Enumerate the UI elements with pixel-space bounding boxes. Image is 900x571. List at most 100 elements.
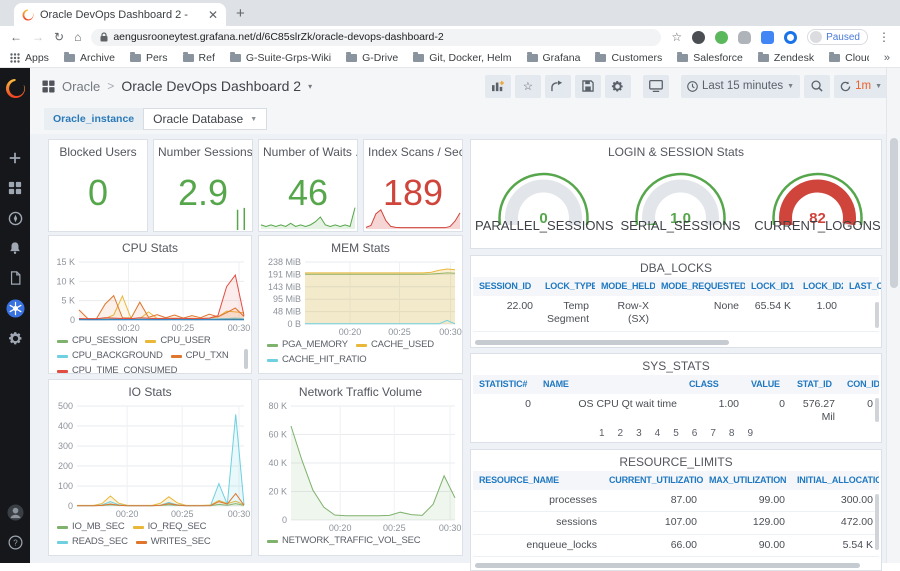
explore-compass-icon[interactable] — [0, 203, 30, 233]
panel-title[interactable]: RESOURCE_LIMITS — [471, 450, 881, 471]
legend-item[interactable]: WRITES_SEC — [136, 536, 211, 548]
page-button[interactable]: 4 — [655, 428, 661, 439]
extension-okta-icon[interactable] — [784, 31, 797, 44]
horizontal-scrollbar[interactable] — [475, 563, 860, 568]
time-range-picker[interactable]: Last 15 minutes ▼ — [681, 75, 800, 98]
sync-paused-button[interactable]: Paused — [807, 29, 868, 45]
page-button[interactable]: 1 — [599, 428, 605, 439]
cycle-view-mode-button[interactable] — [643, 75, 669, 98]
page-scrollbar[interactable] — [886, 68, 900, 563]
title-caret-icon[interactable]: ▾ — [308, 82, 312, 91]
zoom-out-button[interactable] — [804, 75, 830, 98]
column-header[interactable]: LOCK_ID2 — [797, 277, 843, 296]
page-button[interactable]: 6 — [692, 428, 698, 439]
bookmarks-overflow-icon[interactable]: » — [884, 52, 890, 64]
configuration-gear-icon[interactable] — [0, 323, 30, 353]
column-header[interactable]: STATISTIC# — [473, 375, 537, 394]
legend-item[interactable]: PGA_MEMORY — [267, 339, 348, 351]
home-icon[interactable]: ⌂ — [74, 31, 81, 43]
dashboard-title[interactable]: Oracle DevOps Dashboard 2 — [121, 78, 301, 94]
column-header[interactable]: RESOURCE_NAME — [473, 471, 603, 490]
breadcrumb-folder[interactable]: Oracle — [62, 79, 100, 94]
page-button[interactable]: 9 — [747, 428, 753, 439]
legend-item[interactable]: IO_REQ_SEC — [133, 521, 207, 533]
column-header[interactable]: STAT_ID — [791, 375, 841, 394]
column-header[interactable]: LOCK_TYPE — [539, 277, 595, 296]
apps-shortcut[interactable]: Apps — [10, 52, 49, 64]
page-button[interactable]: 3 — [636, 428, 642, 439]
legend-item[interactable]: READS_SEC — [57, 536, 128, 548]
panel-title[interactable]: IO Stats — [49, 380, 251, 401]
page-button[interactable]: 2 — [618, 428, 624, 439]
bookmark-item[interactable]: Grafana — [527, 52, 581, 64]
legend-item[interactable]: CPU_TXN — [171, 350, 229, 362]
horizontal-scrollbar[interactable] — [475, 340, 729, 345]
star-dashboard-button[interactable]: ☆ — [515, 75, 541, 98]
extension-globe-icon[interactable] — [692, 31, 705, 44]
reload-icon[interactable]: ↻ — [54, 31, 64, 43]
extension-translate-icon[interactable] — [761, 31, 774, 44]
column-header[interactable]: MODE_REQUESTED — [655, 277, 745, 296]
extension-evernote-icon[interactable] — [715, 31, 728, 44]
address-bar[interactable]: aengusrooneytest.grafana.net/d/6C85slrZk… — [91, 29, 661, 46]
bookmark-item[interactable]: Ref — [183, 52, 215, 64]
bookmark-item[interactable]: Cloud — [829, 52, 869, 64]
page-scrollbar-thumb[interactable] — [890, 138, 898, 288]
page-button[interactable]: 7 — [710, 428, 716, 439]
dashboard-settings-button[interactable] — [605, 75, 631, 98]
column-header[interactable]: MAX_UTILIZATION — [703, 471, 791, 490]
new-tab-button[interactable]: + — [236, 5, 245, 22]
legend-item[interactable]: NETWORK_TRAFFIC_VOL_SEC — [267, 535, 420, 547]
forward-icon[interactable]: → — [32, 31, 44, 43]
legend-item[interactable]: CACHE_HIT_RATIO — [267, 354, 366, 366]
panel-title[interactable]: CPU Stats — [49, 236, 251, 257]
reports-document-icon[interactable] — [0, 263, 30, 293]
vertical-scrollbar[interactable] — [875, 494, 879, 550]
add-panel-button[interactable] — [485, 75, 511, 98]
vertical-scrollbar[interactable] — [875, 302, 879, 328]
alerting-bell-icon[interactable] — [0, 233, 30, 263]
legend-item[interactable]: CPU_TIME_CONSUMED — [57, 365, 177, 373]
bookmark-item[interactable]: Customers — [595, 52, 662, 64]
legend-item[interactable]: CPU_USER — [145, 335, 210, 347]
legend-item[interactable]: IO_MB_SEC — [57, 521, 125, 533]
column-header[interactable]: SESSION_ID — [473, 277, 539, 296]
panel-title[interactable]: MEM Stats — [259, 236, 462, 257]
legend-item[interactable]: CPU_SESSION — [57, 335, 137, 347]
help-icon[interactable]: ? — [0, 527, 30, 557]
page-button[interactable]: 5 — [673, 428, 679, 439]
grafana-logo[interactable] — [0, 73, 30, 103]
browser-tab[interactable]: Oracle DevOps Dashboard 2 - ✕ — [14, 3, 226, 26]
bookmark-star-icon[interactable]: ☆ — [671, 31, 682, 43]
column-header[interactable]: CLASS — [683, 375, 745, 394]
share-dashboard-button[interactable] — [545, 75, 571, 98]
panel-title[interactable]: DBA_LOCKS — [471, 256, 881, 277]
add-panel-icon[interactable] — [0, 143, 30, 173]
panel-title[interactable]: Network Traffic Volume — [259, 380, 462, 401]
column-header[interactable]: INITIAL_ALLOCATION — [791, 471, 879, 490]
legend-item[interactable]: CACHE_USED — [356, 339, 434, 351]
column-header[interactable]: CON_ID — [841, 375, 879, 394]
save-dashboard-button[interactable] — [575, 75, 601, 98]
column-header[interactable]: LOCK_ID1 — [745, 277, 797, 296]
bookmark-item[interactable]: Archive — [64, 52, 115, 64]
bookmark-item[interactable]: Pers — [130, 52, 168, 64]
page-button[interactable]: 8 — [729, 428, 735, 439]
column-header[interactable]: MODE_HELD — [595, 277, 655, 296]
browser-menu-icon[interactable]: ⋮ — [878, 31, 890, 43]
kubernetes-plugin-icon[interactable] — [0, 293, 30, 323]
bookmark-item[interactable]: Salesforce — [677, 52, 743, 64]
bookmark-item[interactable]: G-Drive — [346, 52, 398, 64]
panel-title[interactable]: LOGIN & SESSION Stats — [471, 140, 881, 161]
column-header[interactable]: CURRENT_UTILIZATION — [603, 471, 703, 490]
legend-scrollbar[interactable] — [244, 349, 248, 369]
bookmark-item[interactable]: G-Suite-Grps-Wiki — [230, 52, 331, 64]
user-avatar[interactable] — [0, 497, 30, 527]
column-header[interactable]: NAME — [537, 375, 683, 394]
bookmark-item[interactable]: Git, Docker, Helm — [413, 52, 511, 64]
column-header[interactable]: LAST_CONVERT — [843, 277, 881, 296]
refresh-picker[interactable]: 1m ▼ — [834, 75, 888, 98]
extension-cloud-icon[interactable] — [738, 31, 751, 44]
panel-title[interactable]: SYS_STATS — [471, 354, 881, 375]
legend-item[interactable]: CPU_BACKGROUND — [57, 350, 163, 362]
